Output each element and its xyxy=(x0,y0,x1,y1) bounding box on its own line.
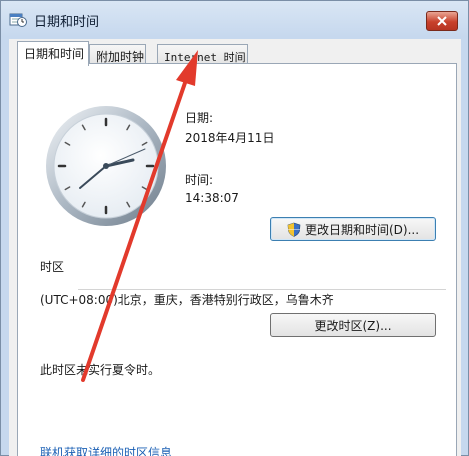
analog-clock xyxy=(46,106,166,226)
change-timezone-button[interactable]: 更改时区(Z)... xyxy=(270,313,436,337)
change-date-time-label: 更改日期和时间(D)... xyxy=(304,222,420,237)
uac-shield-icon xyxy=(287,222,301,237)
change-date-time-button[interactable]: 更改日期和时间(D)... xyxy=(270,217,436,241)
tab-additional-clocks[interactable]: 附加时钟 xyxy=(89,44,146,65)
timezone-divider xyxy=(78,289,446,290)
date-value: 2018年4月11日 xyxy=(185,131,275,145)
calendar-clock-icon xyxy=(9,13,27,27)
dst-note: 此时区未实行夏令时。 xyxy=(40,363,161,377)
timezone-value: (UTC+08:00)北京，重庆，香港特别行政区，乌鲁木齐 xyxy=(40,293,334,307)
time-value: 14:38:07 xyxy=(185,191,239,205)
tab-panel: 日期: 2018年4月11日 时间: 14:38:07 更改日期和时间(D)..… xyxy=(17,63,457,456)
tab-date-time[interactable]: 日期和时间 xyxy=(17,41,89,66)
date-time-dialog: 日期和时间 日期和时间 附加时钟 Internet 时间 日期: 2018年4月… xyxy=(0,0,469,456)
timezone-info-link[interactable]: 联机获取详细的时区信息 xyxy=(40,444,172,456)
tab-internet-time[interactable]: Internet 时间 xyxy=(157,44,248,65)
close-icon xyxy=(437,16,447,26)
dialog-client-area: 日期和时间 附加时钟 Internet 时间 日期: 2018年4月11日 时间… xyxy=(9,39,461,456)
timezone-section-label: 时区 xyxy=(40,260,65,274)
close-button[interactable] xyxy=(426,11,458,31)
time-label: 时间: xyxy=(185,173,214,187)
title-bar[interactable]: 日期和时间 xyxy=(1,1,468,39)
date-label: 日期: xyxy=(185,111,214,125)
window-title: 日期和时间 xyxy=(34,15,100,30)
